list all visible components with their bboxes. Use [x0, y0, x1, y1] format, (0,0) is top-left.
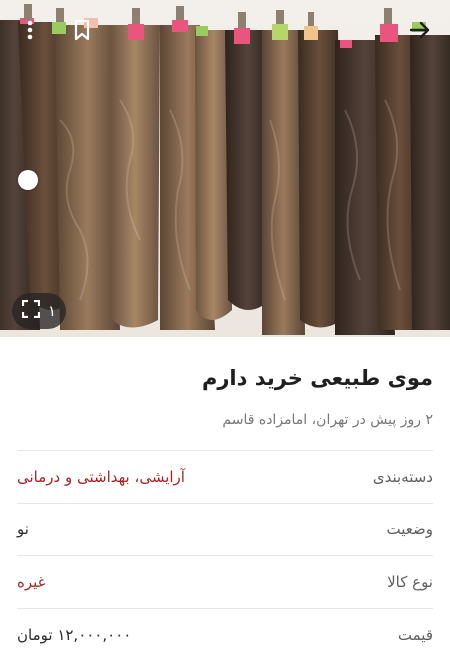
listing-title: موی طبیعی خرید دارم	[201, 366, 433, 390]
detail-row-price: قیمت ۱۲,۰۰۰,۰۰۰ تومان	[17, 609, 433, 662]
photo-counter: ۱	[48, 302, 57, 320]
detail-value: نو	[17, 520, 29, 539]
fullscreen-button[interactable]: ۱	[12, 293, 67, 329]
item-type-link[interactable]: غیره	[17, 573, 46, 591]
detail-label: وضعیت	[386, 520, 433, 539]
fullscreen-icon	[21, 299, 41, 322]
arrow-right-icon[interactable]	[406, 16, 434, 44]
detail-label: نوع کالا	[387, 572, 433, 591]
detail-label: دسته‌بندی	[372, 467, 433, 486]
more-vertical-icon[interactable]	[16, 16, 44, 44]
category-link[interactable]: آرایشی، بهداشتی و درمانی	[17, 468, 185, 486]
price-value: ۱۲,۰۰۰,۰۰۰ تومان	[17, 625, 132, 644]
details-table: دسته‌بندی آرایشی، بهداشتی و درمانی وضعیت…	[17, 451, 433, 661]
bookmark-icon[interactable]	[68, 16, 96, 44]
detail-row-item-type: نوع کالا غیره	[17, 556, 433, 609]
listing-photo-gallery[interactable]: ۱	[0, 0, 450, 337]
detail-row-condition: وضعیت نو	[17, 504, 433, 556]
listing-details: موی طبیعی خرید دارم ۲ روز پیش در تهران، …	[0, 337, 450, 661]
hair-photo	[0, 4, 450, 335]
listing-meta: ۲ روز پیش در تهران، امامزاده قاسم	[222, 412, 433, 428]
detail-row-category: دسته‌بندی آرایشی، بهداشتی و درمانی	[17, 451, 433, 504]
detail-label: قیمت	[397, 625, 433, 644]
gallery-page-indicator	[18, 170, 38, 190]
